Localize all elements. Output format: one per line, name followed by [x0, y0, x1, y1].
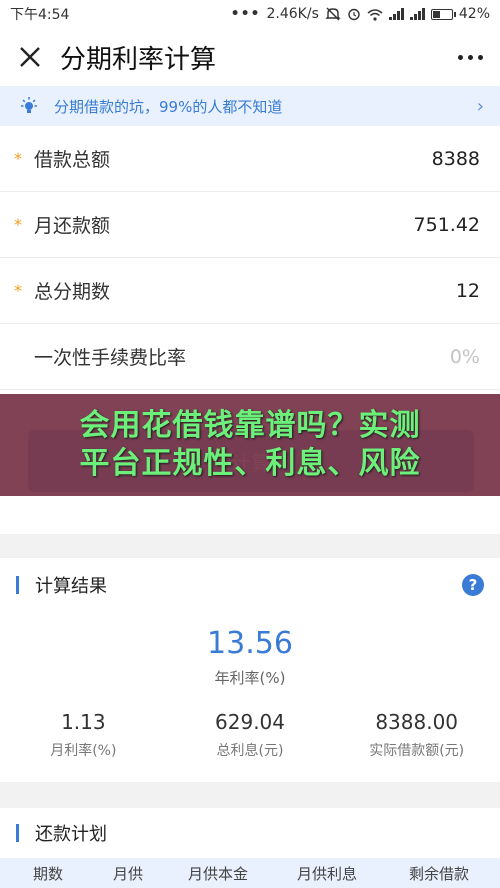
- more-button[interactable]: [440, 28, 500, 86]
- page-title: 分期利率计算: [60, 44, 217, 75]
- form-label: 借款总额: [34, 149, 111, 171]
- loan-form: * 借款总额 8388 * 月还款额 751.42 * 总分期数 12 一次性手…: [0, 126, 500, 394]
- chevron-right-icon: ›: [476, 95, 484, 117]
- stat-value: 8388.00: [375, 710, 459, 734]
- required-mark: *: [14, 149, 22, 168]
- form-row-loan-amount[interactable]: * 借款总额 8388: [0, 126, 500, 192]
- required-mark: *: [14, 281, 22, 300]
- section-accent-bar: [16, 824, 19, 842]
- notification-dots: •••: [230, 6, 261, 22]
- help-icon[interactable]: ?: [462, 574, 484, 596]
- network-speed: 2.46K/s: [266, 6, 319, 22]
- annual-rate-value: 13.56: [207, 626, 293, 661]
- battery-icon: [430, 8, 456, 20]
- close-icon: [20, 47, 40, 67]
- stat-total-interest: 629.04 总利息(元): [167, 710, 334, 760]
- section-accent-bar: [16, 576, 19, 594]
- form-label: 月还款额: [34, 215, 111, 237]
- more-icon: [457, 54, 483, 60]
- battery-percent: 42%: [458, 6, 490, 22]
- required-mark: *: [14, 215, 22, 234]
- total-periods-input[interactable]: 12: [456, 280, 480, 302]
- monthly-payment-input[interactable]: 751.42: [414, 214, 480, 236]
- repayment-plan-section: 还款计划 期数 月供 月供本金 月供利息 剩余借款: [0, 808, 500, 888]
- result-section: 计算结果 ? 13.56 年利率(%) 1.13 月利率(%) 629.04 总…: [0, 558, 500, 782]
- mute-icon: [325, 7, 341, 21]
- result-title: 计算结果: [35, 576, 107, 597]
- column-header: 月供: [112, 864, 143, 883]
- plan-title: 还款计划: [35, 824, 107, 845]
- signal-icon-2: [409, 8, 425, 20]
- lightbulb-icon: [16, 96, 42, 116]
- title-bar: 分期利率计算: [0, 28, 500, 86]
- form-row-monthly-payment[interactable]: * 月还款额 751.42: [0, 192, 500, 258]
- annual-rate: 13.56 年利率(%): [0, 626, 500, 688]
- alarm-icon: [348, 8, 360, 21]
- column-header: 月供本金: [187, 864, 248, 883]
- stat-actual-loan: 8388.00 实际借款额(元): [333, 710, 500, 760]
- status-bar: 下午4:54 ••• 2.46K/s 42%: [0, 0, 500, 28]
- stat-value: 629.04: [215, 710, 285, 734]
- fee-rate-input[interactable]: 0%: [450, 346, 480, 368]
- plan-header: 还款计划: [0, 808, 500, 858]
- stat-label: 实际借款额(元): [369, 743, 465, 759]
- stat-monthly-rate: 1.13 月利率(%): [0, 710, 167, 760]
- notice-bar[interactable]: 分期借款的坑，99%的人都不知道 ›: [0, 86, 500, 126]
- stat-value: 1.13: [61, 710, 106, 734]
- close-button[interactable]: [0, 28, 60, 86]
- banner-line-1: 会用花借钱靠谱吗？实测: [79, 408, 421, 443]
- loan-amount-input[interactable]: 8388: [432, 148, 480, 170]
- result-stats: 1.13 月利率(%) 629.04 总利息(元) 8388.00 实际借款额(…: [0, 710, 500, 760]
- form-row-total-periods[interactable]: * 总分期数 12: [0, 258, 500, 324]
- column-header: 期数: [32, 864, 63, 883]
- status-time: 下午4:54: [10, 7, 70, 23]
- overlay-banner: 会用花借钱靠谱吗？实测 平台正规性、利息、风险: [0, 394, 500, 496]
- stat-label: 月利率(%): [50, 743, 117, 759]
- stat-label: 总利息(元): [216, 743, 284, 759]
- form-label: 总分期数: [34, 281, 111, 303]
- signal-icon-1: [388, 8, 404, 20]
- annual-rate-label: 年利率(%): [214, 669, 286, 687]
- form-label: 一次性手续费比率: [34, 347, 187, 369]
- result-header: 计算结果 ?: [0, 558, 500, 612]
- wifi-icon: [367, 8, 383, 21]
- banner-line-2: 平台正规性、利息、风险: [79, 446, 421, 481]
- plan-table-header: 期数 月供 月供本金 月供利息 剩余借款: [0, 858, 500, 888]
- form-row-fee-rate[interactable]: 一次性手续费比率 0%: [0, 324, 500, 390]
- column-header: 月供利息: [296, 864, 357, 883]
- column-header: 剩余借款: [408, 864, 469, 883]
- notice-text: 分期借款的坑，99%的人都不知道: [54, 97, 283, 116]
- status-right: ••• 2.46K/s 42%: [231, 6, 490, 22]
